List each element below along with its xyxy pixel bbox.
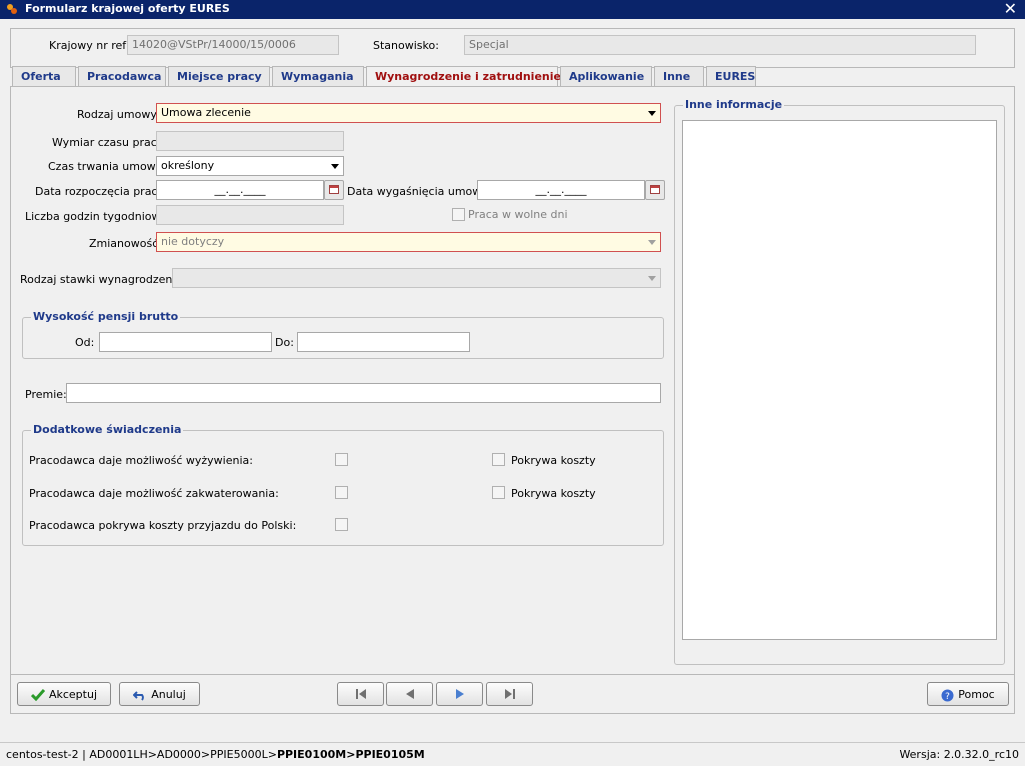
benefits-group: Dodatkowe świadczenia Pracodawca daje mo… xyxy=(22,423,664,546)
working-time-field[interactable] xyxy=(156,131,344,151)
rate-type-label: Rodzaj stawki wynagrodzenia: xyxy=(20,273,186,286)
next-record-button[interactable] xyxy=(436,682,483,706)
contract-duration-value: określony xyxy=(161,159,215,172)
tab-wymagania[interactable]: Wymagania xyxy=(272,66,364,86)
end-date-label: Data wygaśnięcia umowy: xyxy=(347,185,491,198)
help-button-label: Pomoc xyxy=(958,688,995,701)
chevron-down-icon[interactable] xyxy=(648,240,656,245)
benefit-housing-checkbox[interactable] xyxy=(335,486,348,499)
tab-miejsce-pracy[interactable]: Miejsce pracy xyxy=(168,66,270,86)
tab-wynagrodzenie[interactable]: Wynagrodzenie i zatrudnienie xyxy=(366,66,561,87)
tab-eures[interactable]: EURES xyxy=(706,66,756,86)
help-button[interactable]: ? Pomoc xyxy=(927,682,1009,706)
benefit-travel-checkbox[interactable] xyxy=(335,518,348,531)
position-field[interactable]: Specjal xyxy=(464,35,976,55)
help-icon: ? xyxy=(941,689,954,702)
salary-to-label: Do: xyxy=(275,336,294,349)
weekly-hours-label: Liczba godzin tygodniowo: xyxy=(25,210,171,223)
prev-record-button[interactable] xyxy=(386,682,433,706)
tab-inne[interactable]: Inne xyxy=(654,66,704,86)
start-date-picker-button[interactable] xyxy=(324,180,344,200)
weekly-hours-field[interactable] xyxy=(156,205,344,225)
chevron-down-icon[interactable] xyxy=(331,164,339,169)
days-off-label: Praca w wolne dni xyxy=(468,208,568,221)
status-version: Wersja: 2.0.32.0_rc10 xyxy=(899,748,1019,761)
salary-from-label: Od: xyxy=(75,336,95,349)
status-path: centos-test-2 | AD0001LH>AD0000>PPIE5000… xyxy=(6,748,425,761)
accept-button-label: Akceptuj xyxy=(48,688,98,701)
undo-icon xyxy=(133,691,145,701)
shifts-label: Zmianowość: xyxy=(89,237,162,250)
chevron-down-icon[interactable] xyxy=(648,276,656,281)
client-area: Krajowy nr ref: 14020@VStPr/14000/15/000… xyxy=(0,19,1025,766)
check-icon xyxy=(30,689,45,701)
close-icon[interactable]: ✕ xyxy=(1004,0,1017,18)
chevron-down-icon[interactable] xyxy=(648,111,656,116)
salary-to-field[interactable] xyxy=(297,332,470,352)
contract-duration-select[interactable]: określony xyxy=(156,156,344,176)
benefit-housing-covers-label: Pokrywa koszty xyxy=(511,487,596,500)
cancel-button-label: Anuluj xyxy=(151,688,186,701)
svg-text:?: ? xyxy=(945,692,950,702)
app-icon xyxy=(7,4,17,14)
last-icon xyxy=(504,689,515,699)
ref-field[interactable]: 14020@VStPr/14000/15/0006 xyxy=(127,35,339,55)
contract-type-label: Rodzaj umowy: xyxy=(77,108,160,121)
start-date-label: Data rozpoczęcia pracy: xyxy=(35,185,167,198)
benefit-travel-label: Pracodawca pokrywa koszty przyjazdu do P… xyxy=(29,519,297,532)
cancel-button[interactable]: Anuluj xyxy=(119,682,200,706)
start-date-field[interactable]: __.__.____ xyxy=(156,180,324,200)
benefit-meals-covers-label: Pokrywa koszty xyxy=(511,454,596,467)
end-date-picker-button[interactable] xyxy=(645,180,665,200)
tab-aplikowanie[interactable]: Aplikowanie xyxy=(560,66,652,86)
benefit-housing-label: Pracodawca daje możliwość zakwaterowania… xyxy=(29,487,279,500)
benefit-meals-checkbox[interactable] xyxy=(335,453,348,466)
title-bar: Formularz krajowej oferty EURES ✕ xyxy=(0,0,1025,19)
header-panel: Krajowy nr ref: 14020@VStPr/14000/15/000… xyxy=(10,28,1015,68)
window-title: Formularz krajowej oferty EURES xyxy=(25,2,230,15)
salary-group: Wysokość pensji brutto Od: Do: xyxy=(22,310,664,359)
ref-label: Krajowy nr ref: xyxy=(49,39,130,52)
rate-type-select[interactable] xyxy=(172,268,661,288)
contract-type-select[interactable]: Umowa zlecenie xyxy=(156,103,661,123)
prev-icon xyxy=(405,689,414,699)
benefits-group-title: Dodatkowe świadczenia xyxy=(31,423,184,436)
accept-button[interactable]: Akceptuj xyxy=(17,682,111,706)
other-info-title: Inne informacje xyxy=(683,98,785,111)
working-time-label: Wymiar czasu pracy: xyxy=(52,136,167,149)
main-panel: Rodzaj umowy: Umowa zlecenie Wymiar czas… xyxy=(10,86,1015,678)
bonus-field[interactable] xyxy=(66,383,661,403)
tab-oferta[interactable]: Oferta xyxy=(12,66,76,86)
position-label: Stanowisko: xyxy=(373,39,439,52)
benefit-meals-covers-checkbox[interactable] xyxy=(492,453,505,466)
calendar-icon xyxy=(329,185,339,194)
first-icon xyxy=(355,689,366,699)
bonus-label: Premie: xyxy=(25,388,67,401)
status-path-bold: PPIE0100M>PPIE0105M xyxy=(276,748,425,761)
shifts-value: nie dotyczy xyxy=(161,235,225,248)
footer-panel: Akceptuj Anuluj ? Pomoc xyxy=(10,674,1015,714)
benefit-meals-label: Pracodawca daje możliwość wyżywienia: xyxy=(29,454,253,467)
status-path-plain: centos-test-2 | AD0001LH>AD0000>PPIE5000… xyxy=(6,748,277,761)
contract-duration-label: Czas trwania umowy: xyxy=(48,160,166,173)
shifts-select[interactable]: nie dotyczy xyxy=(156,232,661,252)
next-icon xyxy=(455,689,464,699)
first-record-button[interactable] xyxy=(337,682,384,706)
other-info-group: Inne informacje xyxy=(674,98,1005,665)
salary-from-field[interactable] xyxy=(99,332,272,352)
tab-pracodawca[interactable]: Pracodawca xyxy=(78,66,166,86)
other-info-textarea[interactable] xyxy=(682,120,997,640)
calendar-icon xyxy=(650,185,660,194)
last-record-button[interactable] xyxy=(486,682,533,706)
contract-type-value: Umowa zlecenie xyxy=(161,106,251,119)
salary-group-title: Wysokość pensji brutto xyxy=(31,310,181,323)
end-date-field[interactable]: __.__.____ xyxy=(477,180,645,200)
status-bar: centos-test-2 | AD0001LH>AD0000>PPIE5000… xyxy=(0,742,1025,766)
benefit-housing-covers-checkbox[interactable] xyxy=(492,486,505,499)
days-off-checkbox[interactable] xyxy=(452,208,465,221)
